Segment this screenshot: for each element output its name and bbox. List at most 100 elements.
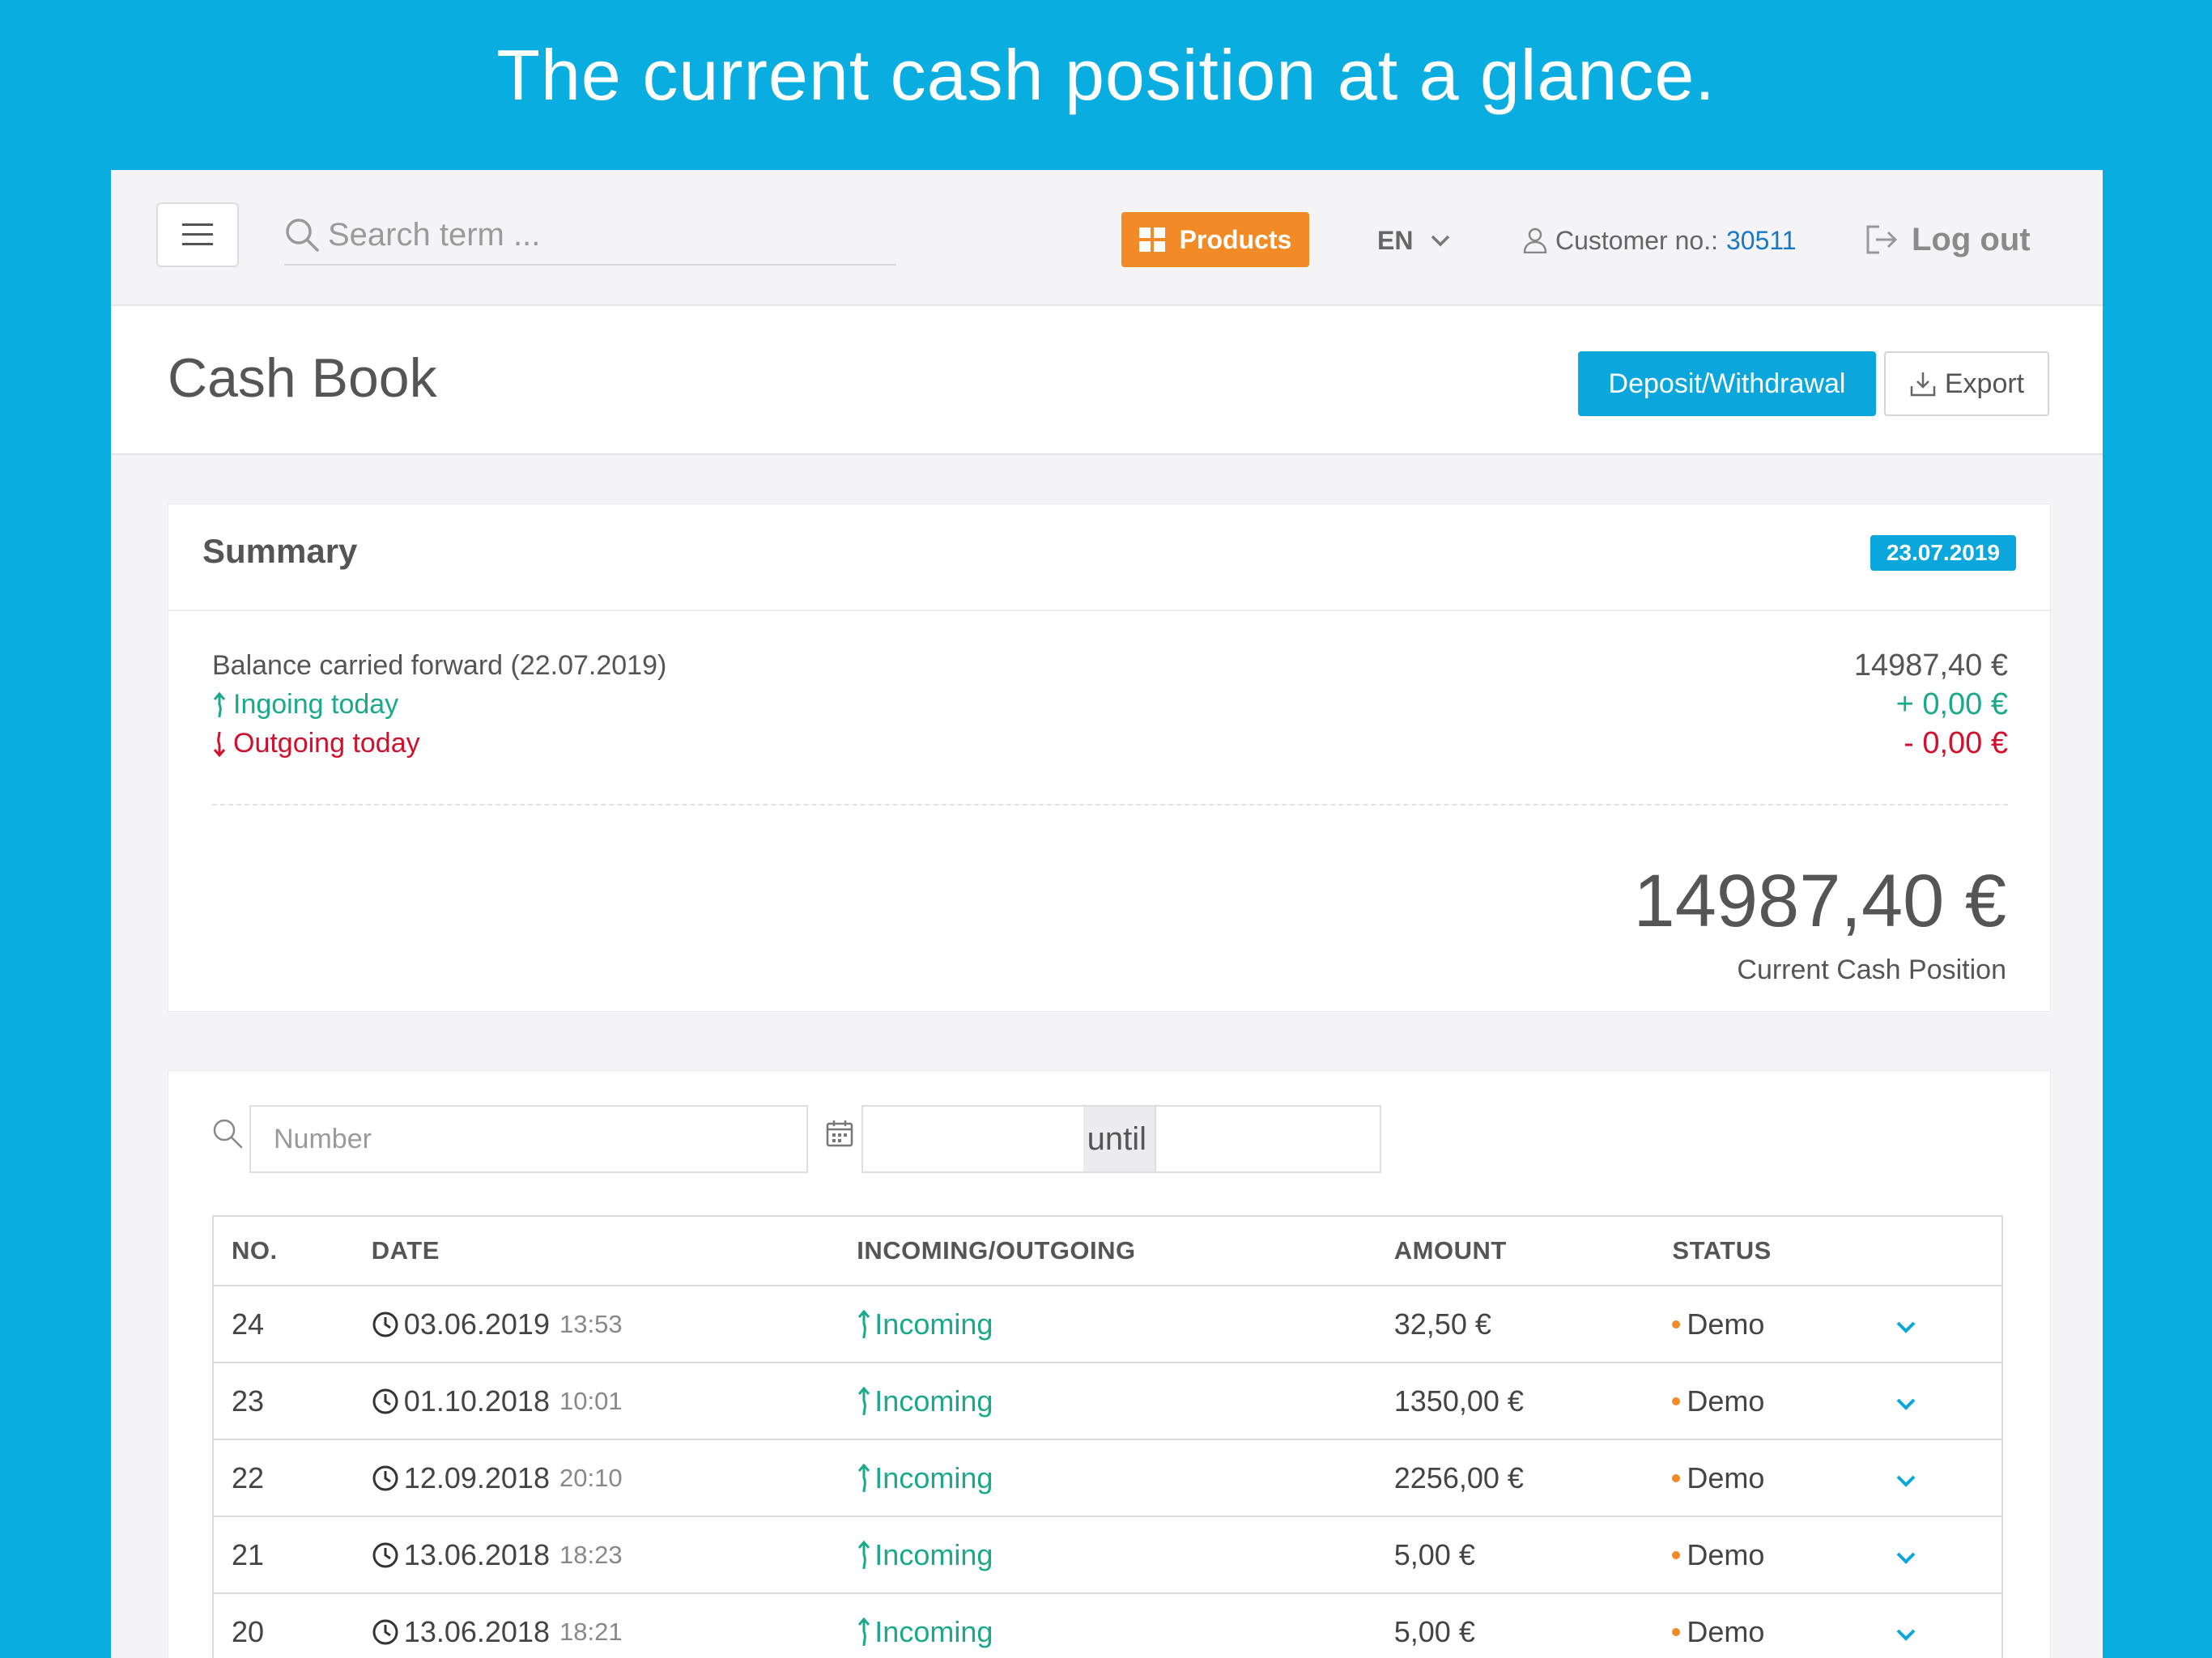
page-title: Cash Book	[168, 347, 437, 409]
table-row[interactable]: 23 01.10.2018 10:01 Incoming 1350,00 € D…	[213, 1363, 2002, 1440]
language-selector[interactable]: EN	[1377, 220, 1450, 261]
row-amount: 5,00 €	[1393, 1516, 1673, 1594]
table-row[interactable]: 24 03.06.2019 13:53 Incoming 32,50 € Dem…	[213, 1286, 2002, 1363]
grid-icon	[1138, 227, 1165, 252]
current-cash-value: 14987,40 €	[1633, 860, 2006, 942]
row-direction: Incoming	[874, 1614, 993, 1648]
transactions-table: NO. DATE INCOMING/OUTGOING AMOUNT STATUS…	[212, 1215, 2003, 1658]
menu-button[interactable]	[156, 202, 239, 267]
table-row[interactable]: 22 12.09.2018 20:10 Incoming 2256,00 € D…	[213, 1439, 2002, 1517]
clock-icon	[372, 1542, 398, 1567]
status-dot	[1672, 1627, 1681, 1636]
expand-row-button[interactable]	[1895, 1627, 1916, 1642]
balance-label: Balance carried forward (22.07.2019)	[212, 650, 667, 681]
row-direction: Incoming	[874, 1384, 993, 1418]
row-status: Demo	[1687, 1460, 1765, 1494]
row-status: Demo	[1687, 1614, 1765, 1648]
table-row[interactable]: 20 13.06.2018 18:21 Incoming 5,00 € Demo	[213, 1593, 2002, 1658]
arrow-up-icon	[858, 1309, 870, 1338]
customer-number[interactable]: 30511	[1726, 226, 1797, 256]
ingoing-value: + 0,00 €	[1895, 687, 2008, 721]
calendar-icon	[826, 1120, 853, 1147]
row-time: 13:53	[559, 1309, 623, 1338]
row-amount: 32,50 €	[1393, 1286, 1673, 1363]
table-row[interactable]: 21 13.06.2018 18:23 Incoming 5,00 € Demo	[213, 1516, 2002, 1594]
row-number: 22	[213, 1439, 372, 1517]
chevron-down-icon	[1896, 1552, 1916, 1564]
customer-info: Customer no.: 30511	[1523, 220, 1797, 261]
expand-row-button[interactable]	[1895, 1550, 1916, 1565]
row-date: 13.06.2018	[403, 1537, 550, 1571]
row-status: Demo	[1687, 1307, 1765, 1341]
status-dot	[1672, 1473, 1681, 1482]
until-label: until	[1083, 1105, 1155, 1173]
column-header-amount[interactable]: AMOUNT	[1393, 1216, 1673, 1286]
column-header-status[interactable]: STATUS	[1672, 1216, 1896, 1286]
row-amount: 1350,00 €	[1393, 1363, 1673, 1440]
search-icon	[286, 219, 319, 252]
clock-icon	[372, 1465, 398, 1490]
outgoing-value: - 0,00 €	[1904, 726, 2008, 760]
clock-icon	[372, 1312, 398, 1337]
arrow-up-icon	[213, 691, 226, 717]
clock-icon	[372, 1619, 398, 1644]
top-bar: Products EN Customer no.: 30511 Log out	[111, 170, 2103, 306]
app-window: Products EN Customer no.: 30511 Log out	[111, 170, 2103, 1658]
row-number: 24	[213, 1286, 372, 1363]
status-dot	[1672, 1397, 1681, 1405]
logout-button[interactable]: Log out	[1865, 215, 2031, 264]
products-button[interactable]: Products	[1121, 212, 1309, 267]
export-button[interactable]: Export	[1884, 351, 2049, 416]
balance-value: 14987,40 €	[1853, 648, 2008, 682]
chevron-down-icon	[1896, 1321, 1916, 1333]
clock-icon	[372, 1388, 398, 1414]
row-date: 12.09.2018	[403, 1460, 550, 1494]
row-status: Demo	[1687, 1537, 1765, 1571]
arrow-up-icon	[858, 1540, 870, 1569]
hamburger-icon	[182, 223, 213, 245]
language-label: EN	[1377, 225, 1414, 255]
deposit-withdrawal-button[interactable]: Deposit/Withdrawal	[1578, 351, 1876, 416]
search-input[interactable]	[328, 216, 878, 253]
export-label: Export	[1944, 368, 2025, 399]
expand-row-button[interactable]	[1895, 1397, 1916, 1411]
customer-label: Customer no.:	[1555, 225, 1718, 255]
row-date: 01.10.2018	[403, 1384, 550, 1418]
column-header-no[interactable]: NO.	[213, 1216, 372, 1286]
page-header: Cash Book Deposit/Withdrawal Export	[111, 306, 2103, 455]
arrow-up-icon	[858, 1617, 870, 1646]
arrow-up-icon	[858, 1463, 870, 1492]
column-header-direction[interactable]: INCOMING/OUTGOING	[857, 1216, 1394, 1286]
row-number: 23	[213, 1363, 372, 1440]
summary-divider	[212, 804, 2008, 806]
transactions-card: until NO. DATE INCOMING/OUTGOING AMOUNT …	[168, 1070, 2051, 1658]
user-icon	[1523, 227, 1547, 253]
outgoing-label: Outgoing today	[233, 728, 420, 759]
ingoing-row: Ingoing today + 0,00 €	[212, 687, 2008, 722]
row-date: 13.06.2018	[403, 1614, 550, 1648]
expand-row-button[interactable]	[1895, 1320, 1916, 1334]
status-dot	[1672, 1550, 1681, 1559]
summary-header: Summary 23.07.2019	[168, 504, 2050, 611]
date-to-input[interactable]	[1155, 1105, 1381, 1173]
column-header-expand	[1895, 1216, 2002, 1286]
row-status: Demo	[1687, 1384, 1765, 1418]
column-header-date[interactable]: DATE	[371, 1216, 857, 1286]
row-time: 18:23	[559, 1540, 623, 1569]
search-bar	[284, 206, 896, 266]
expand-row-button[interactable]	[1895, 1473, 1916, 1488]
row-time: 20:10	[559, 1463, 623, 1492]
chevron-down-icon	[1431, 235, 1450, 247]
row-number: 21	[213, 1516, 372, 1594]
number-filter-input[interactable]	[249, 1105, 808, 1173]
date-from-input[interactable]	[861, 1105, 1083, 1173]
row-direction: Incoming	[874, 1307, 993, 1341]
row-direction: Incoming	[874, 1537, 993, 1571]
chevron-down-icon	[1896, 1629, 1916, 1641]
row-number: 20	[213, 1593, 372, 1658]
balance-row: Balance carried forward (22.07.2019) 149…	[212, 648, 2008, 683]
chevron-down-icon	[1896, 1398, 1916, 1410]
row-time: 10:01	[559, 1386, 623, 1415]
table-header-row: NO. DATE INCOMING/OUTGOING AMOUNT STATUS	[213, 1216, 2002, 1286]
logout-icon	[1866, 225, 1898, 254]
